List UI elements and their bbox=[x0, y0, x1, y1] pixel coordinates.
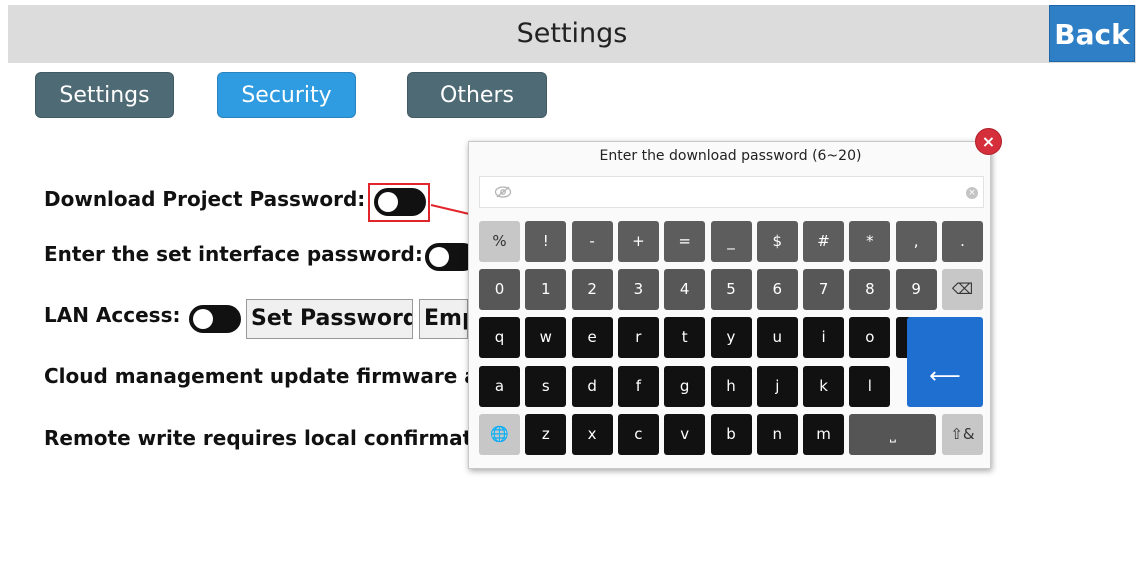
space-key[interactable]: ⎵ bbox=[849, 414, 937, 455]
key[interactable]: x bbox=[571, 414, 613, 455]
key[interactable]: % bbox=[479, 221, 520, 262]
key[interactable]: , bbox=[895, 221, 937, 262]
key[interactable]: $ bbox=[756, 221, 798, 262]
key[interactable]: c bbox=[617, 414, 659, 455]
enter-icon[interactable]: ⟵ bbox=[907, 317, 983, 407]
key[interactable]: d bbox=[571, 366, 613, 407]
highlight-box bbox=[368, 183, 430, 222]
key[interactable]: # bbox=[803, 221, 845, 262]
key[interactable]: 6 bbox=[756, 269, 798, 310]
key[interactable]: t bbox=[664, 317, 706, 358]
key[interactable]: + bbox=[617, 221, 659, 262]
lan-access-label: LAN Access: bbox=[44, 303, 181, 327]
key[interactable]: e bbox=[571, 317, 613, 358]
key[interactable]: 0 bbox=[479, 269, 520, 310]
empty-password-button[interactable]: Emp bbox=[419, 299, 468, 339]
key[interactable]: z bbox=[525, 414, 567, 455]
tab-settings[interactable]: Settings bbox=[35, 72, 174, 118]
key[interactable]: y bbox=[710, 317, 752, 358]
key[interactable]: 9 bbox=[895, 269, 937, 310]
globe-icon[interactable]: 🌐 bbox=[479, 414, 520, 455]
toggle-knob bbox=[429, 247, 449, 267]
key[interactable]: v bbox=[664, 414, 706, 455]
tab-others[interactable]: Others bbox=[407, 72, 547, 118]
key[interactable]: . bbox=[942, 221, 983, 262]
key[interactable]: 1 bbox=[525, 269, 567, 310]
close-circle-icon[interactable]: × bbox=[975, 128, 1002, 155]
key[interactable]: ! bbox=[525, 221, 567, 262]
keyboard-title: Enter the download password (6~20) bbox=[599, 148, 862, 164]
set-password-button[interactable]: Set Password bbox=[246, 299, 413, 339]
key[interactable]: s bbox=[525, 366, 567, 407]
key[interactable]: 7 bbox=[803, 269, 845, 310]
key[interactable]: b bbox=[710, 414, 752, 455]
key[interactable]: 8 bbox=[849, 269, 891, 310]
key[interactable]: j bbox=[756, 366, 798, 407]
clear-circle-icon[interactable]: × bbox=[966, 187, 978, 199]
key[interactable]: i bbox=[803, 317, 845, 358]
key[interactable]: = bbox=[664, 221, 706, 262]
shift-icon[interactable]: ⇧& bbox=[942, 414, 983, 455]
key[interactable]: n bbox=[756, 414, 798, 455]
key[interactable]: a bbox=[479, 366, 520, 407]
key[interactable]: m bbox=[803, 414, 845, 455]
tab-security[interactable]: Security bbox=[217, 72, 356, 118]
key[interactable]: k bbox=[803, 366, 845, 407]
settings-screen: Settings Back Settings Security Others D… bbox=[0, 0, 1136, 572]
key[interactable]: u bbox=[756, 317, 798, 358]
interface-password-label: Enter the set interface password: bbox=[44, 242, 423, 266]
key[interactable]: 5 bbox=[710, 269, 752, 310]
key[interactable]: o bbox=[849, 317, 891, 358]
lan-access-toggle[interactable] bbox=[189, 305, 241, 333]
cloud-management-label: Cloud management update firmware ar bbox=[44, 364, 488, 388]
key[interactable]: g bbox=[664, 366, 706, 407]
key[interactable]: l bbox=[849, 366, 891, 407]
backspace-icon[interactable]: ⌫ bbox=[942, 269, 983, 310]
download-password-label: Download Project Password: bbox=[44, 187, 366, 211]
key[interactable]: 2 bbox=[571, 269, 613, 310]
key[interactable]: w bbox=[525, 317, 567, 358]
key[interactable]: 3 bbox=[617, 269, 659, 310]
key[interactable]: r bbox=[617, 317, 659, 358]
key[interactable]: f bbox=[617, 366, 659, 407]
page-title: Settings bbox=[516, 18, 628, 49]
title-bar: Settings bbox=[8, 5, 1136, 63]
password-input[interactable]: × bbox=[479, 176, 984, 208]
key[interactable]: - bbox=[571, 221, 613, 262]
toggle-knob bbox=[193, 309, 213, 329]
key[interactable]: _ bbox=[710, 221, 752, 262]
key[interactable]: 4 bbox=[664, 269, 706, 310]
key[interactable]: * bbox=[849, 221, 891, 262]
back-button[interactable]: Back bbox=[1049, 5, 1135, 62]
key[interactable]: q bbox=[479, 317, 520, 358]
remote-write-label: Remote write requires local confirmatio bbox=[44, 426, 493, 450]
eye-slash-icon[interactable] bbox=[494, 185, 512, 199]
password-keyboard-dialog: Enter the download password (6~20) × %! -… bbox=[468, 141, 991, 469]
key[interactable]: h bbox=[710, 366, 752, 407]
